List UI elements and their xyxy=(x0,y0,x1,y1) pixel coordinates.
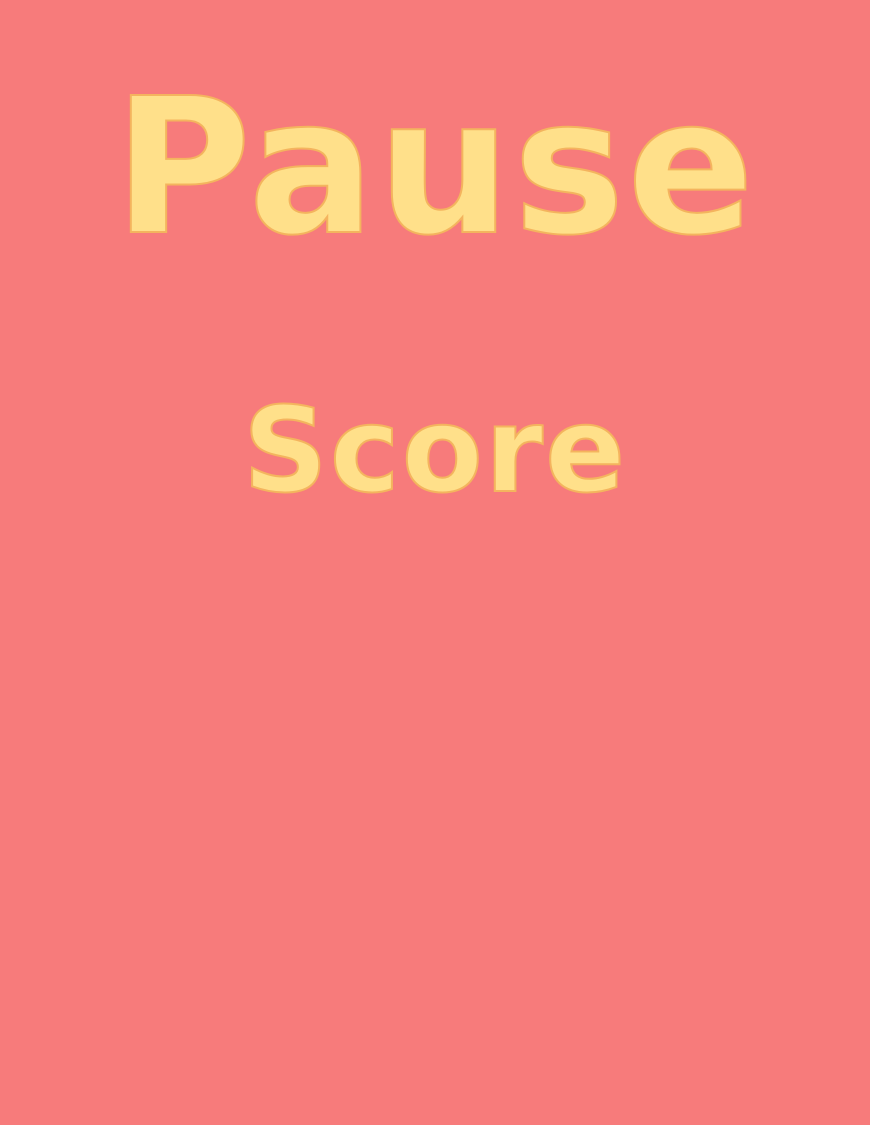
score-label: Score xyxy=(242,381,628,519)
pause-title: Pause xyxy=(113,58,757,277)
pause-screen: Pause Score xyxy=(0,0,870,1125)
